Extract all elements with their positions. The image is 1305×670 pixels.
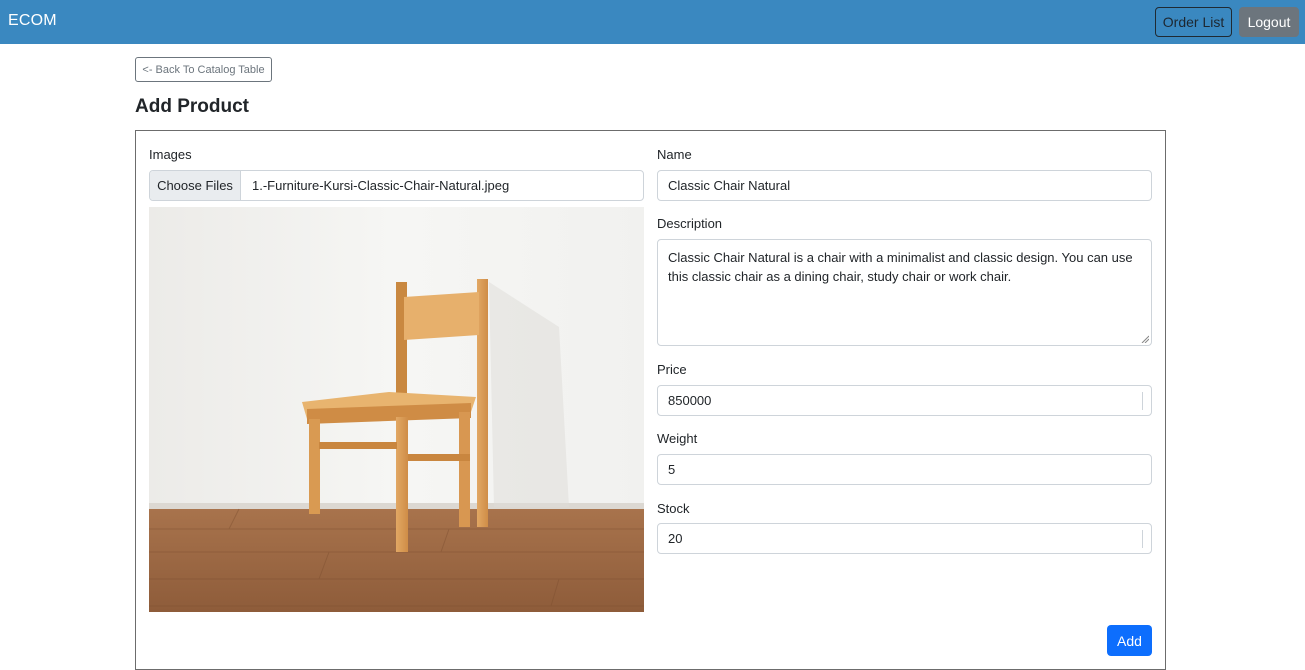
order-list-button[interactable]: Order List <box>1155 7 1232 37</box>
weight-label: Weight <box>657 431 698 446</box>
brand-logo[interactable]: ECOM <box>8 12 57 30</box>
stock-label: Stock <box>657 501 690 516</box>
file-name-text: 1.-Furniture-Kursi-Classic-Chair-Natural… <box>252 178 510 193</box>
file-input[interactable]: Choose Files 1.-Furniture-Kursi-Classic-… <box>149 170 644 201</box>
choose-files-button[interactable]: Choose Files <box>150 171 241 200</box>
description-textarea[interactable]: Classic Chair Natural is a chair with a … <box>657 239 1152 346</box>
name-label: Name <box>657 147 692 162</box>
add-button[interactable]: Add <box>1107 625 1152 656</box>
price-spinner[interactable] <box>1142 392 1143 410</box>
description-label: Description <box>657 216 723 231</box>
chair-photo-image <box>149 207 644 612</box>
logout-button[interactable]: Logout <box>1239 7 1299 37</box>
price-value: 850000 <box>668 393 712 408</box>
navbar: ECOM Order List Logout <box>0 0 1305 44</box>
price-input[interactable]: 850000 <box>657 385 1152 416</box>
price-label: Price <box>657 362 687 377</box>
resize-grip-icon[interactable] <box>1141 335 1149 343</box>
weight-input[interactable]: 5 <box>657 454 1152 485</box>
stock-spinner[interactable] <box>1142 530 1143 548</box>
description-text: Classic Chair Natural is a chair with a … <box>668 250 1133 284</box>
back-to-catalog-button[interactable]: <- Back To Catalog Table <box>135 57 272 82</box>
stock-value: 20 <box>668 531 683 546</box>
stock-input[interactable]: 20 <box>657 523 1152 554</box>
page-title: Add Product <box>135 96 249 117</box>
product-image-preview <box>149 207 644 612</box>
images-label: Images <box>149 147 192 162</box>
name-input[interactable]: Classic Chair Natural <box>657 170 1152 201</box>
